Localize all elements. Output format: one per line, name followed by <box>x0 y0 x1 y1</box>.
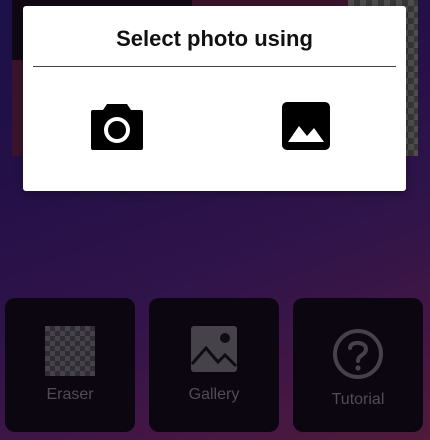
camera-option-button[interactable] <box>89 100 149 156</box>
dialog-title: Select photo using <box>116 26 313 51</box>
image-icon <box>282 102 330 150</box>
select-photo-dialog: Select photo using <box>23 6 406 191</box>
gallery-option-button[interactable] <box>280 100 340 156</box>
camera-icon <box>91 104 143 150</box>
dialog-divider <box>33 66 396 67</box>
